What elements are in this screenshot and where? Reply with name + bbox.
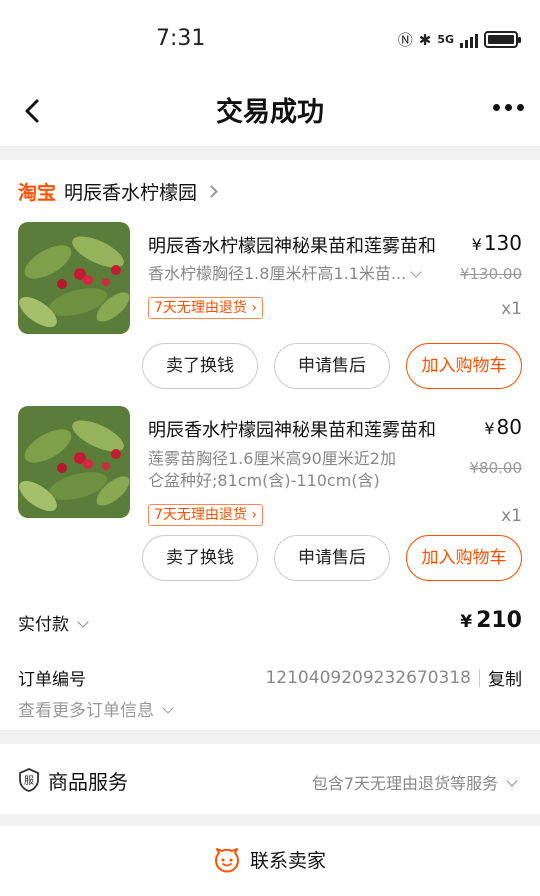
order-number-row: 1210409209232670318 复制 — [265, 665, 522, 691]
nfc-icon: Ⓝ — [397, 31, 413, 49]
battery-icon — [484, 31, 521, 48]
status-time: 7:31 — [156, 26, 206, 51]
after-sales-button[interactable]: 申请售后 — [274, 535, 390, 581]
chevron-down-icon — [162, 702, 174, 714]
signal-icon — [460, 32, 478, 48]
original-price: ¥130.00 — [459, 265, 522, 283]
bluetooth-icon: ✱ — [418, 30, 432, 49]
product-spec[interactable]: 香水柠檬胸径1.8厘米杆高1.1米苗... — [148, 263, 424, 285]
seller-chat-icon — [214, 847, 239, 872]
return-policy-tag[interactable]: 7天无理由退货 › — [148, 297, 263, 319]
contact-card[interactable]: 联系卖家 — [0, 826, 540, 896]
product-thumbnail[interactable] — [18, 406, 130, 518]
more-order-info[interactable]: 查看更多订单信息 — [18, 696, 178, 721]
shop-header[interactable]: 淘宝 明辰香水柠檬园 — [18, 178, 218, 205]
original-price: ¥80.00 — [469, 459, 523, 477]
contact-seller-label: 联系卖家 — [249, 850, 326, 872]
more-button[interactable] — [493, 104, 524, 111]
page-title: 交易成功 — [216, 97, 324, 128]
service-card[interactable]: 服 商品服务 包含7天无理由退货等服务 — [0, 744, 540, 814]
service-description: 包含7天无理由退货等服务 — [312, 770, 522, 794]
svg-text:服: 服 — [24, 775, 34, 787]
chevron-down-icon — [410, 266, 422, 278]
more-dot-icon — [505, 104, 512, 111]
system-icons: Ⓝ ✱ 5G — [397, 29, 521, 50]
payment-label[interactable]: 实付款 — [18, 610, 93, 635]
add-to-cart-button[interactable]: 加入购物车 — [406, 343, 522, 389]
network-type: 5G — [437, 33, 454, 46]
more-dot-icon — [493, 104, 500, 111]
order-card: 淘宝 明辰香水柠檬园 明辰香水柠檬园神秘果苗和莲雾苗和 ¥130 香水柠檬胸径1… — [0, 160, 540, 730]
shop-name: 明辰香水柠檬园 — [64, 182, 198, 204]
divider — [479, 668, 480, 687]
after-sales-button[interactable]: 申请售后 — [274, 343, 390, 389]
product-price: ¥130 — [471, 231, 522, 255]
product-thumbnail[interactable] — [18, 222, 130, 334]
service-title: 商品服务 — [48, 770, 128, 794]
product-quantity: x1 — [501, 506, 522, 526]
order-number: 1210409209232670318 — [265, 667, 471, 688]
shield-service-icon: 服 — [19, 768, 39, 792]
platform-logo: 淘宝 — [18, 182, 57, 204]
plant-image-icon — [18, 222, 130, 334]
plant-image-icon — [18, 406, 130, 518]
copy-button[interactable]: 复制 — [488, 665, 522, 690]
resell-button[interactable]: 卖了换钱 — [142, 343, 258, 389]
nav-bar: 交易成功 — [0, 80, 540, 146]
more-dot-icon — [517, 104, 524, 111]
product-price: ¥80 — [484, 415, 522, 439]
payment-total: ¥210 — [460, 608, 522, 633]
chevron-down-icon — [506, 775, 518, 787]
resell-button[interactable]: 卖了换钱 — [142, 535, 258, 581]
product-spec[interactable]: 莲雾苗胸径1.6厘米高90厘米近2加 仑盆种好;81cm(含)-110cm(含) — [148, 448, 396, 492]
chevron-down-icon — [77, 616, 89, 628]
status-bar: 7:31 Ⓝ ✱ 5G — [0, 0, 540, 80]
chevron-right-icon — [205, 185, 218, 198]
product-quantity: x1 — [501, 299, 522, 319]
contact-seller-button[interactable]: 联系卖家 — [0, 846, 540, 873]
order-number-label: 订单编号 — [18, 670, 86, 690]
product-title[interactable]: 明辰香水柠檬园神秘果苗和莲雾苗和 — [148, 416, 436, 442]
product-title[interactable]: 明辰香水柠檬园神秘果苗和莲雾苗和 — [148, 232, 436, 258]
return-policy-tag[interactable]: 7天无理由退货 › — [148, 504, 263, 526]
add-to-cart-button[interactable]: 加入购物车 — [406, 535, 522, 581]
